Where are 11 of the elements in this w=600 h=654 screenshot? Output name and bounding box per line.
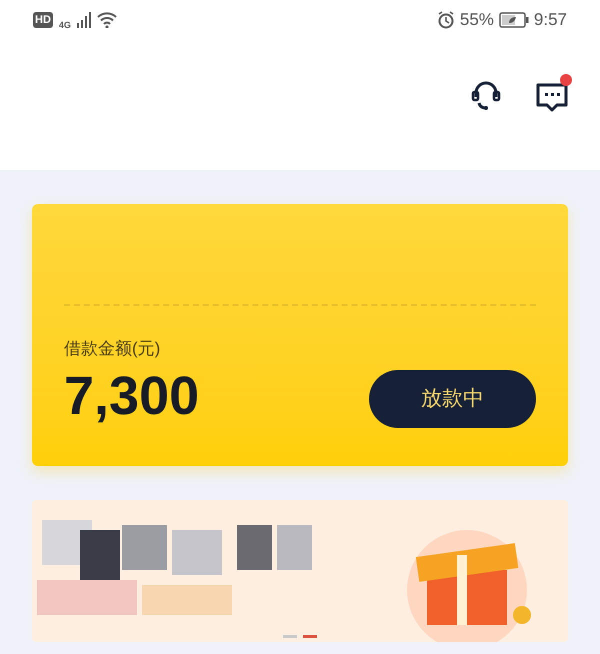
network-type: 4G — [58, 20, 71, 30]
loan-amount-label: 借款金额(元) — [64, 338, 162, 360]
battery-icon — [498, 12, 529, 28]
clock-time: 9:57 — [534, 9, 567, 32]
alarm-icon — [436, 11, 455, 29]
hd-indicator: HD — [33, 12, 53, 28]
signal-icon — [76, 12, 91, 28]
battery-percent: 55% — [460, 9, 494, 32]
wifi-icon — [96, 12, 117, 28]
loan-amount: 7,300 — [64, 366, 200, 426]
disbursing-button[interactable]: 放款中 — [369, 370, 536, 428]
